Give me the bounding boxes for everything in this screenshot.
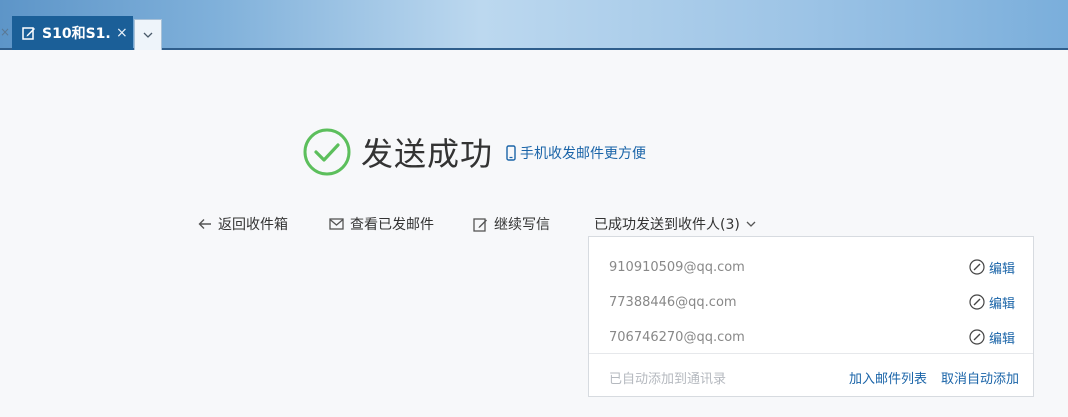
back-to-inbox-link[interactable]: 返回收件箱	[198, 214, 288, 234]
pencil-circle-icon	[969, 259, 985, 275]
chevron-down-icon	[143, 32, 153, 38]
success-heading: 发送成功	[303, 128, 493, 176]
recipient-email: 910910509@qq.com	[609, 259, 745, 275]
edit-icon	[473, 217, 487, 232]
recipient-email: 77388446@qq.com	[609, 294, 737, 310]
prev-tab-close-icon[interactable]: ×	[0, 25, 10, 39]
view-sent-link[interactable]: 查看已发邮件	[329, 214, 434, 234]
auto-added-status: 已自动添加到通讯录	[609, 372, 727, 387]
tab-compose-active[interactable]: S10和S1... ×	[12, 16, 133, 50]
mobile-app-link[interactable]: 手机收发邮件更方便	[506, 143, 646, 163]
add-to-mail-list-link[interactable]: 加入邮件列表	[849, 368, 927, 387]
page-title: 发送成功	[361, 135, 494, 173]
chevron-down-icon	[746, 221, 756, 227]
edit-recipient-button[interactable]: 编辑	[969, 293, 1015, 312]
mobile-link-label: 手机收发邮件更方便	[520, 146, 646, 162]
pencil-circle-icon	[969, 294, 985, 310]
tab-label: S10和S1...	[42, 26, 112, 42]
action-row: 返回收件箱 查看已发邮件 继续写信 已成功发送到收件人(3)	[0, 214, 1068, 236]
edit-recipient-button[interactable]: 编辑	[969, 328, 1015, 347]
envelope-icon	[329, 218, 344, 230]
edit-icon	[22, 27, 35, 40]
arrow-left-icon	[198, 219, 211, 229]
phone-icon	[506, 145, 516, 161]
tab-list-dropdown-button[interactable]	[134, 19, 162, 50]
cancel-auto-add-link[interactable]: 取消自动添加	[941, 368, 1019, 387]
recipient-email: 706746270@qq.com	[609, 329, 745, 345]
divider	[589, 353, 1033, 354]
tab-close-icon[interactable]: ×	[116, 25, 128, 41]
continue-writing-link[interactable]: 继续写信	[473, 214, 550, 234]
pencil-circle-icon	[969, 329, 985, 345]
list-item: 910910509@qq.com 编辑	[589, 253, 1033, 281]
check-circle-icon	[303, 128, 351, 176]
list-item: 706746270@qq.com 编辑	[589, 323, 1033, 351]
tab-bar: × S10和S1... ×	[0, 0, 1068, 50]
list-item: 77388446@qq.com 编辑	[589, 288, 1033, 316]
recipients-dropdown-toggle[interactable]: 已成功发送到收件人(3)	[594, 214, 756, 234]
recipients-panel: 910910509@qq.com 编辑 77388446@qq.com 编辑 7…	[588, 236, 1034, 397]
edit-recipient-button[interactable]: 编辑	[969, 258, 1015, 277]
